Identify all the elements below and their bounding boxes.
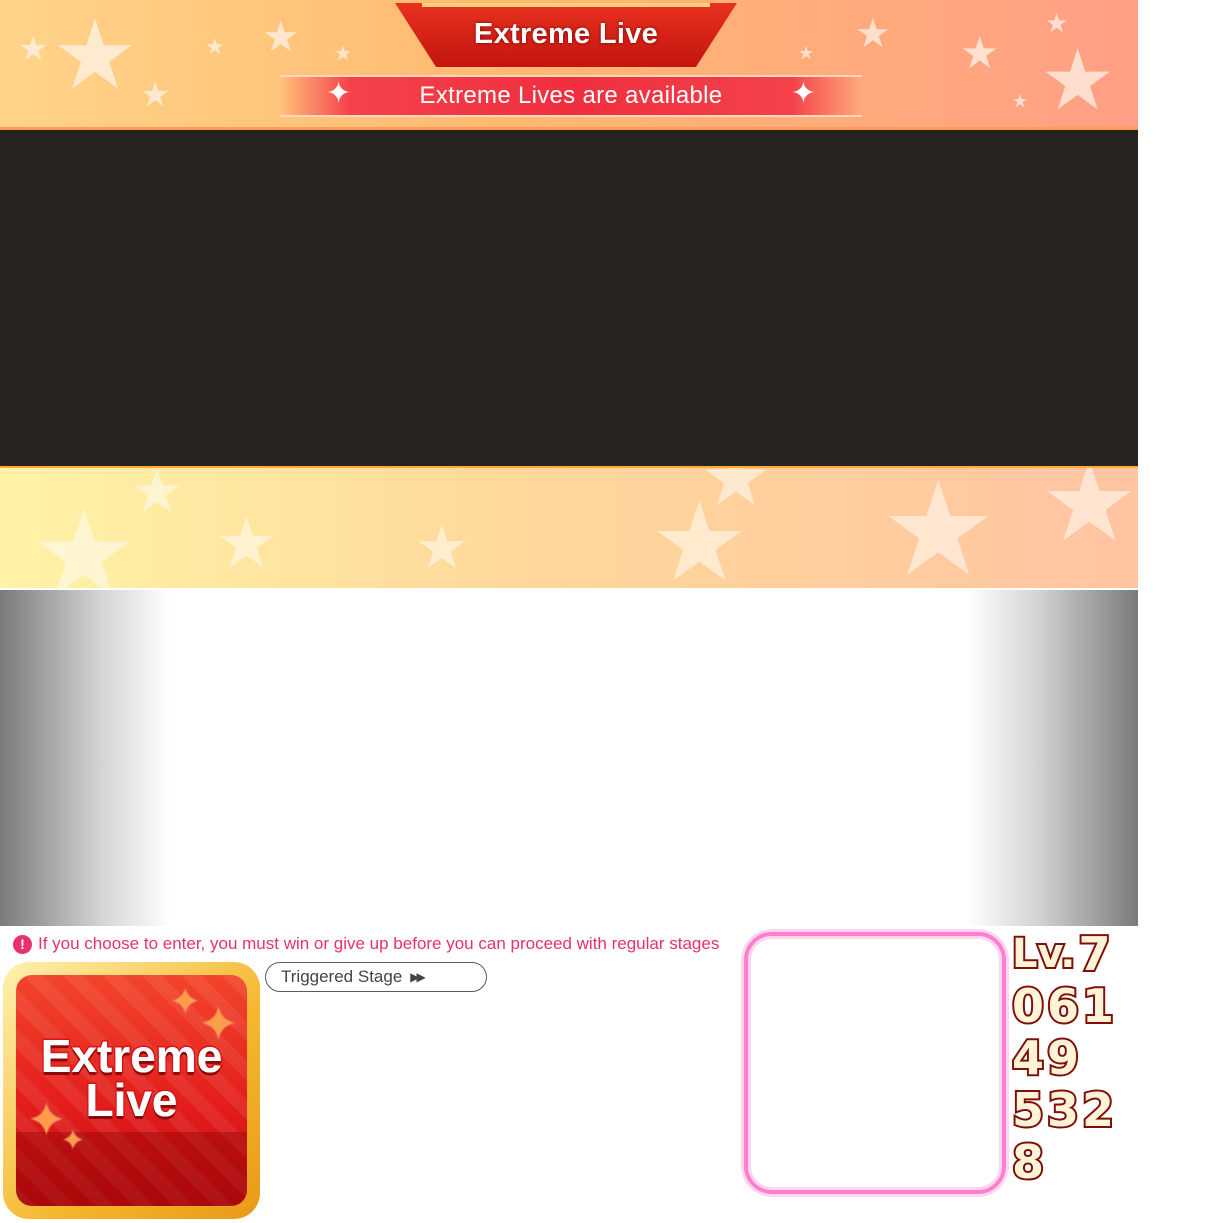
digit-row: Lv. 7	[1010, 927, 1117, 981]
extreme-live-button[interactable]: ✦ ✦ ✦ ✦ Extreme Live	[3, 962, 260, 1219]
digit: 0	[1010, 979, 1046, 1033]
page-title: Extreme Live	[473, 17, 659, 50]
digit: 3	[1045, 1083, 1081, 1137]
star-decoration: ★	[130, 466, 184, 525]
digit: 1	[1080, 979, 1116, 1033]
star-decoration: ★	[215, 504, 278, 582]
triggered-stage-button[interactable]: Triggered Stage ▶▶	[265, 962, 487, 992]
star-decoration: ★	[334, 43, 352, 65]
digit-row: 4 9	[1010, 1031, 1117, 1085]
sparkle-icon: ✦	[62, 1125, 84, 1155]
digit: 2	[1080, 1083, 1116, 1137]
entry-notice: ! If you choose to enter, you must win o…	[13, 933, 719, 955]
sparkle-icon: ✦	[326, 77, 352, 110]
star-decoration: ★	[1040, 466, 1138, 564]
double-chevron-right-icon: ▶▶	[410, 970, 426, 984]
digit: 5	[1010, 1083, 1046, 1137]
header-banner: ★ ★ ★ ★ ★ ★ ★ ★ ★ ★ ★ ★ Extreme Live ✦ E…	[0, 0, 1138, 130]
subtitle-banner: ✦ Extreme Lives are available ✦	[280, 75, 862, 117]
star-decoration: ★	[52, 2, 139, 109]
star-decoration: ★	[140, 76, 171, 114]
star-decoration: ★	[880, 466, 997, 588]
triggered-stage-label: Triggered Stage	[281, 967, 403, 986]
notice-text: If you choose to enter, you must win or …	[38, 934, 720, 953]
star-decoration: ★	[415, 514, 469, 581]
star-decoration: ★	[18, 30, 49, 68]
star-decoration: ★	[30, 487, 138, 588]
digit: 4	[1010, 1031, 1046, 1085]
digit: 7	[1076, 927, 1112, 981]
star-decoration: ★	[1040, 33, 1116, 127]
digit: 9	[1045, 1031, 1081, 1085]
level-label: Lv.	[1010, 931, 1077, 977]
star-decoration: ★	[700, 466, 772, 522]
subtitle-text: Extreme Lives are available	[419, 82, 723, 109]
level-digits: Lv. 7 0 6 1 4 9 5 3 2 8	[1010, 927, 1117, 1189]
digit-row: 0 6 1	[1010, 979, 1117, 1033]
star-band: ★ ★ ★ ★ ★ ★ ★ ★	[0, 466, 1138, 588]
digit: 6	[1045, 979, 1081, 1033]
sparkle-icon: ✦	[171, 983, 200, 1021]
star-decoration: ★	[960, 29, 1000, 78]
extreme-live-label-line1: Extreme	[39, 1030, 224, 1082]
title-ribbon: Extreme Live	[395, 3, 737, 67]
extreme-live-icon: ✦ ✦ ✦ ✦ Extreme Live	[16, 975, 247, 1206]
digit-row: 8	[1010, 1135, 1117, 1189]
exclamation-icon: !	[13, 934, 32, 954]
star-decoration: ★	[798, 43, 815, 63]
sparkle-icon: ✦	[790, 77, 816, 110]
content-panel	[0, 130, 1138, 466]
star-decoration: ★	[205, 34, 225, 59]
star-decoration: ★	[1012, 91, 1029, 111]
extreme-live-label-line2: Live	[84, 1074, 179, 1126]
gradient-bar	[0, 590, 1138, 926]
character-frame	[744, 932, 1006, 1194]
star-decoration: ★	[262, 13, 300, 60]
digit-row: 5 3 2	[1010, 1083, 1117, 1137]
star-decoration: ★	[855, 12, 891, 56]
digit: 8	[1010, 1135, 1046, 1189]
